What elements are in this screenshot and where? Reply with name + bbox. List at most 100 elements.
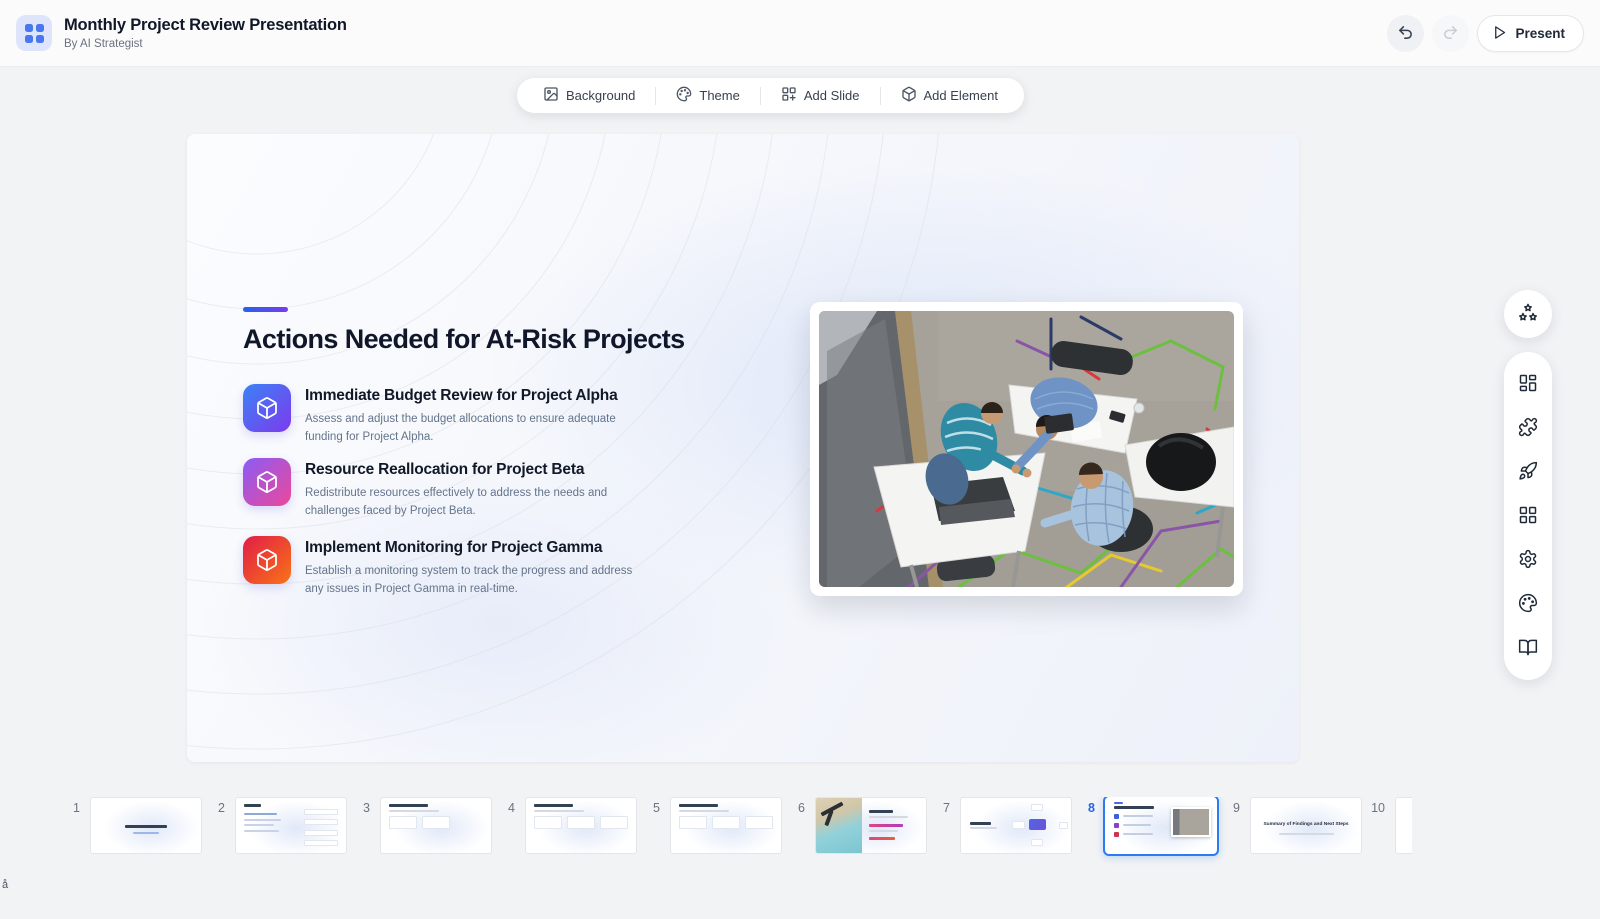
slide-number: 10: [1365, 797, 1385, 815]
action-item[interactable]: Immediate Budget Review for Project Alph…: [243, 384, 663, 447]
thumbnail-decor: [1123, 815, 1153, 817]
thumbnail-decor: [869, 837, 895, 840]
slide-number: 4: [495, 797, 515, 815]
image-icon: [543, 86, 559, 105]
slide-number: 7: [930, 797, 950, 815]
thumbnail-decor: [869, 810, 893, 813]
slide-thumbnail[interactable]: [380, 797, 492, 854]
action-item[interactable]: Resource Reallocation for Project Beta R…: [243, 458, 663, 521]
slide-thumbnail[interactable]: [670, 797, 782, 854]
slide-thumbnail[interactable]: [525, 797, 637, 854]
thumbnail-decor: [1114, 823, 1119, 828]
background-label: Background: [566, 88, 635, 103]
theme-button[interactable]: Theme: [656, 78, 759, 113]
grid-icon: [1518, 505, 1538, 528]
layout-dashboard-icon: [1518, 373, 1538, 396]
slide-thumbnail[interactable]: Summary of Findings and Next Steps: [1250, 797, 1362, 854]
thumbnail-decor: [534, 810, 585, 812]
slide-filmstrip[interactable]: 123456789Summary of Findings and Next St…: [0, 797, 1412, 867]
thumbnail-decor: [679, 816, 708, 829]
present-button[interactable]: Present: [1477, 15, 1584, 52]
action-description: Establish a monitoring system to track t…: [305, 563, 637, 599]
layout-dashboard-button[interactable]: [1508, 364, 1548, 404]
add-slide-label: Add Slide: [804, 88, 860, 103]
plugins-button[interactable]: [1508, 408, 1548, 448]
slide-number: 6: [785, 797, 805, 815]
palette-icon: [676, 86, 692, 105]
thumbnail-decor: [1031, 839, 1043, 846]
cube-icon: [243, 536, 291, 584]
filmstrip-slide-group: 10: [1365, 797, 1412, 854]
slide-number: 5: [640, 797, 660, 815]
team-photo: [819, 311, 1234, 587]
thumbnail-decor: [125, 825, 167, 828]
cube-icon: [901, 86, 917, 105]
thumbnail-decor: [244, 813, 277, 815]
thumbnail-decor: [389, 816, 418, 829]
library-button[interactable]: [1508, 628, 1548, 668]
thumbnail-decor: [712, 816, 741, 829]
settings-button[interactable]: [1508, 540, 1548, 580]
thumbnail-decor: [869, 816, 909, 818]
theme-palette-button[interactable]: [1508, 584, 1548, 624]
action-title: Implement Monitoring for Project Gamma: [305, 536, 637, 557]
add-element-button[interactable]: Add Element: [881, 78, 1018, 113]
thumbnail-decor: [133, 832, 159, 834]
slide-canvas[interactable]: Actions Needed for At-Risk Projects Imme…: [187, 134, 1299, 762]
right-toolbar: [1504, 352, 1552, 680]
slide-title[interactable]: Actions Needed for At-Risk Projects: [243, 324, 685, 355]
thumbnail-decor: [679, 810, 730, 812]
thumbnail-decor: [1012, 821, 1025, 829]
thumbnail-decor: [422, 816, 451, 829]
app-header: Monthly Project Review Presentation By A…: [0, 0, 1600, 67]
thumbnail-decor: [970, 822, 991, 825]
thumbnail-decor: [869, 824, 903, 827]
redo-button[interactable]: [1432, 15, 1469, 52]
thumbnail-decor: [244, 824, 275, 826]
slide-number: 3: [350, 797, 370, 815]
slide-number: 1: [60, 797, 80, 815]
undo-button[interactable]: [1387, 15, 1424, 52]
thumbnail-decor: [304, 809, 338, 815]
slide-thumbnail[interactable]: [1103, 797, 1219, 856]
effects-fab-button[interactable]: [1504, 290, 1552, 338]
slide-number: 8: [1075, 797, 1095, 815]
filmstrip-slide-group: 1: [60, 797, 202, 854]
action-item[interactable]: Implement Monitoring for Project Gamma E…: [243, 536, 663, 599]
slide-thumbnail[interactable]: [815, 797, 927, 854]
slide-number: 9: [1220, 797, 1240, 815]
thumbnail-decor: [1114, 814, 1119, 819]
stars-icon: [1517, 302, 1539, 327]
add-slide-button[interactable]: Add Slide: [761, 78, 880, 113]
slide-thumbnail[interactable]: [235, 797, 347, 854]
thumbnail-decor: [1279, 833, 1334, 835]
add-element-label: Add Element: [924, 88, 998, 103]
thumbnail-decor: [389, 804, 429, 807]
background-button[interactable]: Background: [523, 78, 655, 113]
thumbnail-decor: [1114, 802, 1123, 804]
add-slide-icon: [781, 86, 797, 105]
app-logo[interactable]: [16, 15, 52, 51]
present-label: Present: [1515, 26, 1565, 41]
slide-thumbnail[interactable]: [1395, 797, 1412, 854]
cube-icon: [243, 384, 291, 432]
book-icon: [1518, 637, 1538, 660]
grid-logo-icon: [25, 24, 44, 43]
slide-thumbnail[interactable]: [960, 797, 1072, 854]
action-title: Resource Reallocation for Project Beta: [305, 458, 637, 479]
undo-icon: [1397, 24, 1414, 44]
launch-button[interactable]: [1508, 452, 1548, 492]
thumbnail-decor: [1029, 819, 1046, 830]
thumbnail-decor: [1114, 832, 1119, 837]
thumbnail-decor: [567, 816, 596, 829]
slide-thumbnail[interactable]: [90, 797, 202, 854]
action-description: Assess and adjust the budget allocations…: [305, 411, 637, 447]
puzzle-icon: [1518, 417, 1538, 440]
grid-button[interactable]: [1508, 496, 1548, 536]
thumbnail-decor: [304, 840, 338, 846]
corner-character: å: [2, 879, 8, 891]
thumbnail-decor: [244, 804, 262, 807]
slide-photo-card[interactable]: [810, 302, 1243, 596]
action-title: Immediate Budget Review for Project Alph…: [305, 384, 637, 405]
thumbnail-decor: [304, 830, 338, 836]
